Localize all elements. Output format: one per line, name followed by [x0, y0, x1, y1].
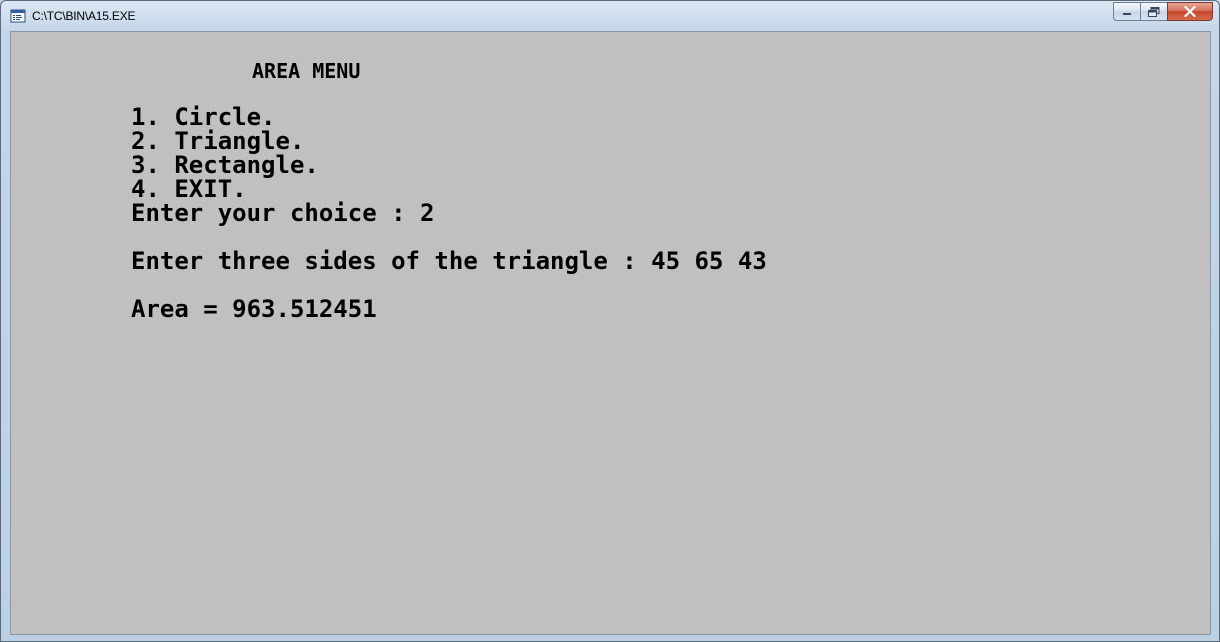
menu-item-circle: 1. Circle.	[131, 103, 276, 131]
menu-heading: AREA MENU	[252, 59, 361, 83]
console-output[interactable]: AREA MENU 1. Circle. 2. Triangle. 3. Rec…	[10, 31, 1211, 635]
menu-item-triangle: 2. Triangle.	[131, 127, 305, 155]
minimize-icon	[1123, 12, 1131, 15]
maximize-icon	[1148, 6, 1160, 17]
menu-item-exit: 4. EXIT.	[131, 175, 247, 203]
title-bar[interactable]: C:\TC\BIN\A15.EXE	[1, 1, 1219, 31]
sides-prompt: Enter three sides of the triangle : 45 6…	[131, 247, 767, 275]
maximize-button[interactable]	[1140, 2, 1167, 21]
area-result: Area = 963.512451	[131, 295, 377, 323]
window-title: C:\TC\BIN\A15.EXE	[32, 9, 136, 23]
dos-program-icon	[10, 9, 26, 23]
close-icon	[1184, 6, 1196, 17]
choice-prompt: Enter your choice : 2	[131, 199, 435, 227]
caption-buttons	[1113, 2, 1213, 22]
close-button[interactable]	[1167, 2, 1213, 21]
minimize-button[interactable]	[1113, 2, 1140, 21]
menu-item-rectangle: 3. Rectangle.	[131, 151, 319, 179]
console-window: C:\TC\BIN\A15.EXE AREA MENU 1. Circle. 2…	[0, 0, 1220, 642]
